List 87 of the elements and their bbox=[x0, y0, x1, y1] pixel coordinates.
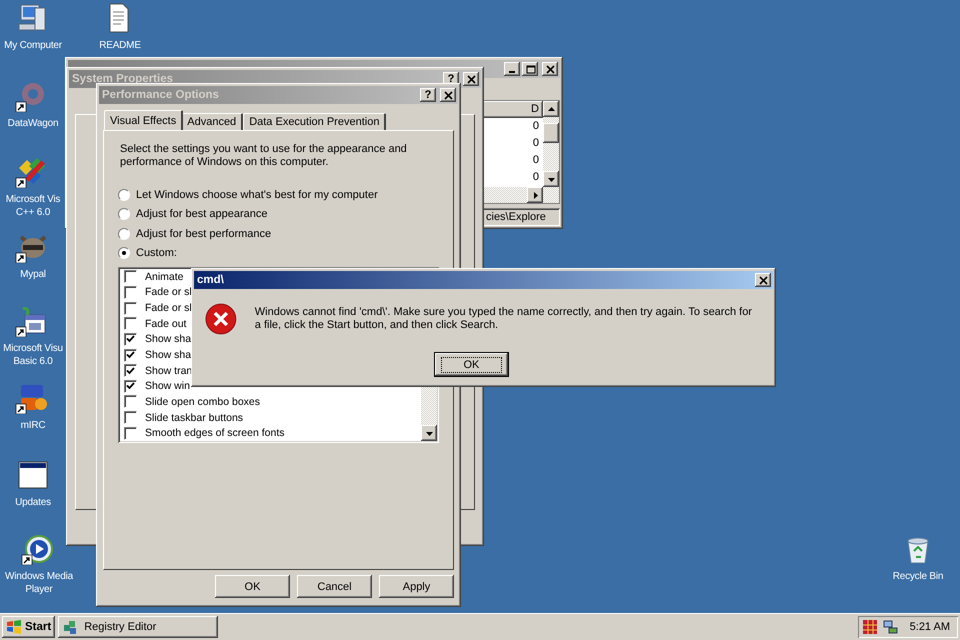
minimize-icon bbox=[509, 71, 515, 73]
icon-label: C++ 6.0 bbox=[16, 206, 50, 219]
checkbox[interactable] bbox=[124, 348, 137, 362]
close-icon bbox=[442, 90, 454, 100]
checkbox[interactable] bbox=[124, 395, 137, 408]
checkbox[interactable] bbox=[124, 411, 137, 424]
checkbox[interactable] bbox=[124, 380, 137, 393]
close-button[interactable] bbox=[755, 273, 771, 287]
dialog-button[interactable]: OK bbox=[215, 575, 290, 598]
tiles-icon bbox=[862, 619, 878, 635]
close-icon bbox=[544, 64, 556, 74]
taskbar-button[interactable]: Registry Editor bbox=[58, 616, 218, 638]
table-cell-text: 0 bbox=[532, 170, 540, 185]
radio-button[interactable] bbox=[118, 228, 130, 240]
close-button[interactable] bbox=[440, 88, 456, 102]
close-button[interactable] bbox=[463, 72, 479, 86]
status-text: cies\Explore bbox=[486, 211, 547, 223]
radio-label: Custom: bbox=[136, 247, 177, 260]
checkbox-label: Slide taskbar buttons bbox=[145, 412, 244, 424]
icon-label: Mypal bbox=[20, 268, 46, 281]
table-cell-text: 0 bbox=[532, 136, 540, 151]
checkbox[interactable] bbox=[124, 364, 137, 378]
radio-button[interactable] bbox=[118, 247, 130, 260]
checkbox[interactable] bbox=[124, 426, 137, 440]
checkbox-label: Slide open combo boxes bbox=[145, 396, 260, 408]
maximize-button[interactable] bbox=[522, 62, 538, 76]
checkbox-label: Animate bbox=[145, 270, 184, 283]
dialog-button[interactable]: Cancel bbox=[297, 575, 372, 598]
radio-label: Adjust for best appearance bbox=[136, 208, 268, 220]
down-arrow-icon bbox=[548, 176, 554, 182]
checkbox[interactable] bbox=[124, 317, 137, 330]
icon-label: Updates bbox=[15, 496, 51, 509]
error-message: Windows cannot find 'cmd\'. Make sure you typed the name correctly, and then try again. To search for a file, click the Start button, and then click Search. bbox=[254, 306, 753, 333]
down-arrow-icon bbox=[426, 430, 432, 436]
checkbox-label: Show sha bbox=[145, 333, 192, 346]
checkbox-label: Fade or sl bbox=[145, 302, 192, 314]
right-arrow-icon bbox=[532, 192, 538, 198]
checkbox-label: Show win bbox=[145, 380, 190, 392]
checkbox[interactable] bbox=[124, 332, 137, 346]
up-arrow-icon bbox=[548, 106, 554, 112]
icon-label: Windows Media bbox=[5, 570, 73, 583]
icon-label: README bbox=[99, 39, 141, 52]
tab[interactable]: Data Execution Prevention bbox=[243, 113, 386, 130]
window-title: System Properties bbox=[72, 73, 174, 85]
minimize-button[interactable] bbox=[504, 62, 520, 76]
icon-label: Basic 6.0 bbox=[13, 355, 53, 368]
dialog-button[interactable]: Apply bbox=[379, 575, 454, 598]
icon-label: Microsoft Visu bbox=[3, 342, 63, 355]
checkbox[interactable] bbox=[124, 302, 137, 315]
checkbox-label: Smooth edges of screen fonts bbox=[145, 427, 284, 440]
radio-label: Let Windows choose what's best for my computer bbox=[136, 188, 378, 201]
description-text: Select the settings you want to use for the appearance and performance of Windows on this computer. bbox=[120, 143, 408, 169]
checkbox[interactable] bbox=[124, 286, 137, 299]
start-button[interactable]: Start bbox=[2, 616, 56, 638]
window-title: cmd\ bbox=[197, 274, 225, 286]
column-header[interactable]: D bbox=[483, 101, 543, 118]
close-icon bbox=[758, 276, 768, 284]
icon-label: Player bbox=[25, 583, 53, 596]
checkbox[interactable] bbox=[124, 270, 137, 284]
error-icon bbox=[205, 303, 237, 335]
tab[interactable]: Visual Effects bbox=[104, 110, 184, 130]
clock: 5:21 AM bbox=[910, 621, 950, 633]
radio-button[interactable] bbox=[118, 188, 130, 201]
ok-button[interactable]: OK bbox=[434, 353, 508, 376]
radio-label: Adjust for best performance bbox=[136, 228, 272, 240]
icon-label: Microsoft Vis bbox=[6, 193, 60, 206]
scrollbar-thumb[interactable] bbox=[543, 123, 559, 143]
checkbox-label: Fade or sl bbox=[145, 286, 192, 298]
network-icon bbox=[882, 619, 898, 635]
close-icon bbox=[466, 74, 476, 84]
help-button[interactable]: ? bbox=[420, 88, 436, 102]
windows-flag-icon bbox=[6, 620, 22, 634]
scrollbar[interactable] bbox=[543, 101, 559, 187]
icon-label: DataWagon bbox=[8, 117, 58, 130]
window-title: Performance Options bbox=[102, 89, 220, 101]
table-cell-text: 0 bbox=[532, 153, 540, 168]
checkbox-label: Fade out bbox=[145, 318, 186, 330]
maximize-icon bbox=[524, 64, 536, 74]
icon-label: My Computer bbox=[4, 39, 62, 52]
checkbox-label: Show sha bbox=[145, 349, 192, 362]
table-cell-text: 0 bbox=[532, 119, 540, 134]
radio-button[interactable] bbox=[118, 208, 130, 220]
icon-label: mIRC bbox=[20, 419, 46, 432]
tab[interactable]: Advanced bbox=[181, 113, 244, 130]
icon-label: Recycle Bin bbox=[892, 570, 944, 583]
close-button[interactable] bbox=[542, 62, 558, 76]
scrollbar[interactable] bbox=[483, 187, 559, 203]
